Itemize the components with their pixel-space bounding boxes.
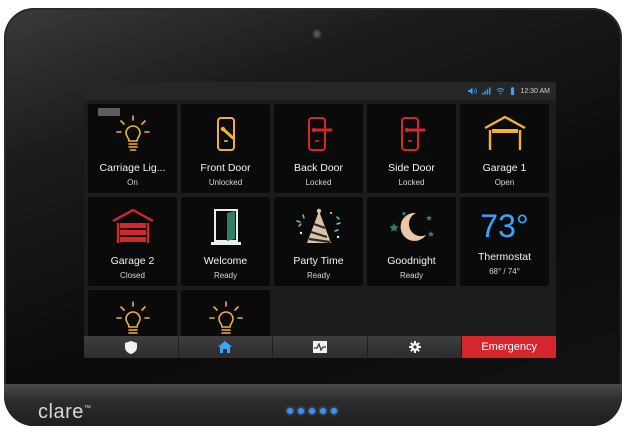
tile-name: Welcome xyxy=(203,255,248,267)
activity-monitor-icon xyxy=(312,341,327,353)
lightbulb-icon xyxy=(115,301,150,334)
tile-carriage-light[interactable]: Carriage Lig... On xyxy=(88,104,177,193)
open-door-icon xyxy=(210,209,241,245)
status-bar: 12:30 AM xyxy=(84,82,556,100)
nav-security-button[interactable] xyxy=(84,336,179,358)
tile-state: Closed xyxy=(120,271,145,280)
lightbulb-icon xyxy=(115,115,150,151)
tile-garage-2[interactable]: Garage 2 Closed xyxy=(88,197,177,286)
party-hat-icon xyxy=(295,208,341,244)
scene-grid: Carriage Lig... On Front Door Unlocked B… xyxy=(88,104,552,358)
nav-activity-button[interactable] xyxy=(273,336,368,358)
tile-name: Goodnight xyxy=(387,255,436,267)
volume-icon xyxy=(468,87,478,95)
tile-name: Back Door xyxy=(293,162,344,174)
home-icon xyxy=(218,341,233,353)
tile-state: Locked xyxy=(305,178,332,187)
emergency-button[interactable]: Emergency xyxy=(462,336,556,358)
tile-state: 68° / 74° xyxy=(489,267,520,276)
clock-time: 12:30 AM xyxy=(520,87,550,95)
gear-icon xyxy=(408,341,421,353)
tile-state: On xyxy=(127,178,138,187)
locked-door-icon xyxy=(400,117,425,151)
tile-name: Garage 2 xyxy=(110,255,155,267)
tile-tab xyxy=(98,108,120,116)
bottom-nav-bar: Emergency xyxy=(84,336,556,358)
camera-icon xyxy=(311,28,323,40)
tile-state: Open xyxy=(494,178,515,187)
tile-state: Ready xyxy=(213,271,238,280)
tile-goodnight[interactable]: Goodnight Ready xyxy=(367,197,456,286)
locked-door-icon xyxy=(307,117,332,151)
unlocked-door-icon xyxy=(216,117,235,151)
tile-state: Unlocked xyxy=(208,178,243,187)
garage-closed-icon xyxy=(111,208,154,243)
tile-back-door[interactable]: Back Door Locked xyxy=(274,104,363,193)
tile-name: Party Time xyxy=(293,255,344,267)
tile-garage-1[interactable]: Garage 1 Open xyxy=(460,104,549,193)
tablet-bottom-bezel xyxy=(4,384,622,426)
tile-name: Carriage Lig... xyxy=(99,162,166,174)
tile-front-door[interactable]: Front Door Unlocked xyxy=(181,104,270,193)
brand-logo: clare™ xyxy=(38,401,92,423)
wifi-icon xyxy=(497,88,505,95)
tile-name: Side Door xyxy=(388,162,435,174)
moon-stars-icon xyxy=(389,211,434,241)
tile-party-time[interactable]: Party Time Ready xyxy=(274,197,363,286)
tile-state: Ready xyxy=(399,271,424,280)
tile-state: Locked xyxy=(398,178,425,187)
garage-open-icon xyxy=(483,115,526,150)
tile-name: Garage 1 xyxy=(482,162,527,174)
tile-side-door[interactable]: Side Door Locked xyxy=(367,104,456,193)
battery-icon xyxy=(511,87,515,95)
tile-thermostat[interactable]: 73° Thermostat 68° / 74° xyxy=(460,197,549,286)
tile-welcome[interactable]: Welcome Ready xyxy=(181,197,270,286)
signal-icon xyxy=(482,87,491,95)
tile-name: Front Door xyxy=(200,162,251,174)
thermostat-temperature: 73° xyxy=(480,208,529,244)
nav-home-button[interactable] xyxy=(178,336,274,358)
tile-name: Thermostat xyxy=(477,251,532,263)
status-dots xyxy=(287,408,337,414)
nav-settings-button[interactable] xyxy=(367,336,463,358)
tile-state: Ready xyxy=(306,271,331,280)
lightbulb-icon xyxy=(208,301,243,334)
shield-icon xyxy=(124,340,137,354)
touch-screen: 12:30 AM Carriage Lig... On Front Door U… xyxy=(84,82,556,358)
